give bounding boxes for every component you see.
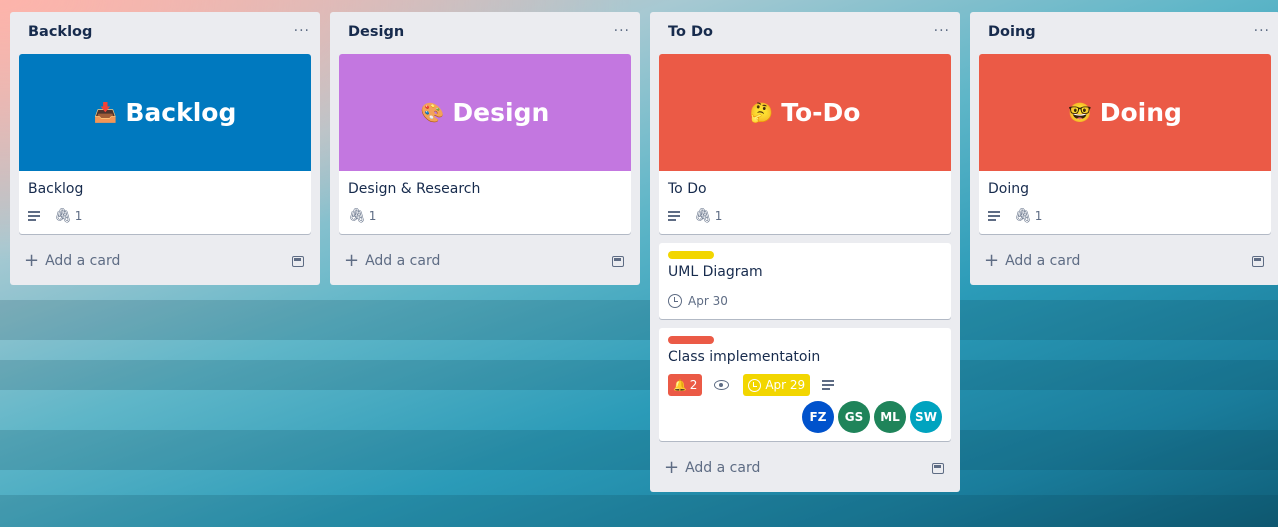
description-icon (988, 211, 1000, 221)
card-doing[interactable]: 🤓 Doing Doing 🖇 1 (979, 54, 1271, 234)
list-menu-button[interactable]: ··· (1254, 24, 1270, 54)
list-backlog: Backlog ··· 📥 Backlog Backlog 🖇 1 + Add a (10, 12, 320, 285)
thinking-face-emoji: 🤔 (749, 102, 774, 124)
paperclip-icon: 🖇 (1014, 208, 1032, 224)
list-title[interactable]: Doing (988, 24, 1036, 54)
list-header: Backlog ··· (10, 12, 320, 54)
list-title[interactable]: Backlog (28, 24, 92, 54)
card-label-yellow[interactable] (668, 251, 714, 259)
list-header: Doing ··· (970, 12, 1278, 54)
card-label-red[interactable] (668, 336, 714, 344)
avatar[interactable]: FZ (802, 401, 834, 433)
avatar[interactable]: SW (910, 401, 942, 433)
attachment-badge: 🖇 1 (694, 208, 723, 224)
paperclip-icon: 🖇 (348, 208, 366, 224)
palette-emoji: 🎨 (420, 102, 445, 124)
cover-text: Doing (1099, 98, 1182, 127)
cover-text: Backlog (125, 98, 237, 127)
attachment-badge: 🖇 1 (54, 208, 83, 224)
bell-icon: 🔔 (673, 378, 687, 392)
avatar[interactable]: GS (838, 401, 870, 433)
eye-icon (714, 380, 730, 390)
card-backlog[interactable]: 📥 Backlog Backlog 🖇 1 (19, 54, 311, 234)
list-header: To Do ··· (650, 12, 960, 54)
list-menu-button[interactable]: ··· (614, 24, 630, 54)
card-cover: 📥 Backlog (19, 54, 311, 171)
card-class-implementation[interactable]: Class implementatoin 🔔 2 Apr 29 FZ GS ML … (659, 328, 951, 441)
cover-text: To-Do (781, 98, 861, 127)
card-cover: 🤔 To-Do (659, 54, 951, 171)
attachment-badge: 🖇 1 (348, 208, 377, 224)
paperclip-icon: 🖇 (694, 208, 712, 224)
plus-icon: + (24, 250, 40, 271)
cover-text: Design (452, 98, 550, 127)
plus-icon: + (664, 457, 680, 478)
card-template-icon[interactable] (932, 462, 944, 474)
due-date-badge[interactable]: Apr 30 (668, 294, 728, 308)
paperclip-icon: 🖇 (54, 208, 72, 224)
card-title: Design & Research (348, 181, 481, 197)
list-title[interactable]: Design (348, 24, 404, 54)
add-card-button[interactable]: + Add a card (664, 457, 760, 478)
card-template-icon[interactable] (612, 255, 624, 267)
plus-icon: + (344, 250, 360, 271)
list-title[interactable]: To Do (668, 24, 713, 54)
card-cover: 🤓 Doing (979, 54, 1271, 171)
card-title: Doing (988, 181, 1029, 197)
description-icon (668, 211, 680, 221)
card-uml-diagram[interactable]: UML Diagram Apr 30 (659, 243, 951, 319)
card-template-icon[interactable] (1252, 255, 1264, 267)
list-menu-button[interactable]: ··· (294, 24, 310, 54)
attachment-badge: 🖇 1 (1014, 208, 1043, 224)
avatar[interactable]: ML (874, 401, 906, 433)
card-template-icon[interactable] (292, 255, 304, 267)
list-design: Design ··· 🎨 Design Design & Research 🖇 1… (330, 12, 640, 285)
card-to-do[interactable]: 🤔 To-Do To Do 🖇 1 (659, 54, 951, 234)
clock-icon (748, 378, 762, 392)
list-header: Design ··· (330, 12, 640, 54)
add-card-button[interactable]: + Add a card (24, 250, 120, 271)
list-menu-button[interactable]: ··· (934, 24, 950, 54)
card-title: Backlog (28, 181, 84, 197)
clock-icon (668, 294, 682, 308)
description-icon (28, 211, 40, 221)
notification-badge[interactable]: 🔔 2 (668, 374, 703, 396)
description-icon (822, 380, 835, 390)
list-doing: Doing ··· 🤓 Doing Doing 🖇 1 + Add a card (970, 12, 1278, 285)
nerd-face-emoji: 🤓 (1068, 102, 1092, 124)
card-design[interactable]: 🎨 Design Design & Research 🖇 1 (339, 54, 631, 234)
plus-icon: + (984, 250, 1000, 271)
card-title: Class implementatoin (668, 349, 821, 365)
board: Backlog ··· 📥 Backlog Backlog 🖇 1 + Add a (0, 0, 1278, 527)
add-card-button[interactable]: + Add a card (984, 250, 1080, 271)
due-date-badge[interactable]: Apr 29 (743, 374, 811, 396)
list-to-do: To Do ··· 🤔 To-Do To Do 🖇 1 UML Diagram … (650, 12, 960, 492)
card-cover: 🎨 Design (339, 54, 631, 171)
add-card-button[interactable]: + Add a card (344, 250, 440, 271)
inbox-tray-emoji: 📥 (93, 102, 118, 124)
card-title: UML Diagram (668, 264, 763, 280)
card-members: FZ GS ML SW (668, 401, 942, 433)
card-title: To Do (668, 181, 707, 197)
